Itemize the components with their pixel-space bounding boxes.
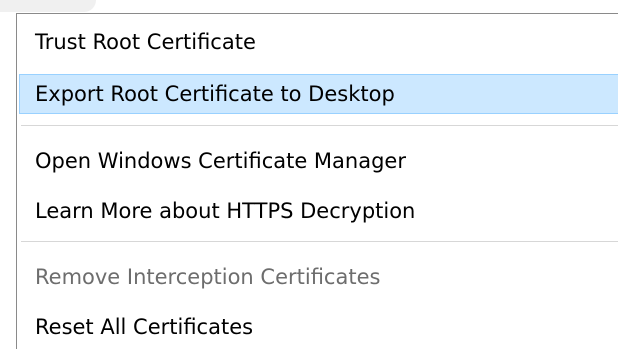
menu-item-reset-all-certificates[interactable]: Reset All Certificates [19,307,618,347]
menu-item-open-certificate-manager[interactable]: Open Windows Certificate Manager [19,141,618,181]
menu-item-learn-https-decryption[interactable]: Learn More about HTTPS Decryption [19,191,618,231]
menu-item-remove-interception-certificates: Remove Interception Certificates [35,265,381,289]
context-menu: Trust Root Certificate Export Root Certi… [16,13,618,349]
menu-separator [21,241,618,242]
screen: Trust Root Certificate Export Root Certi… [0,0,618,349]
menu-item-trust-root-certificate[interactable]: Trust Root Certificate [19,22,618,62]
menu-separator [21,125,618,126]
menu-item-export-root-certificate[interactable]: Export Root Certificate to Desktop [19,74,618,114]
window-edge [0,0,96,12]
